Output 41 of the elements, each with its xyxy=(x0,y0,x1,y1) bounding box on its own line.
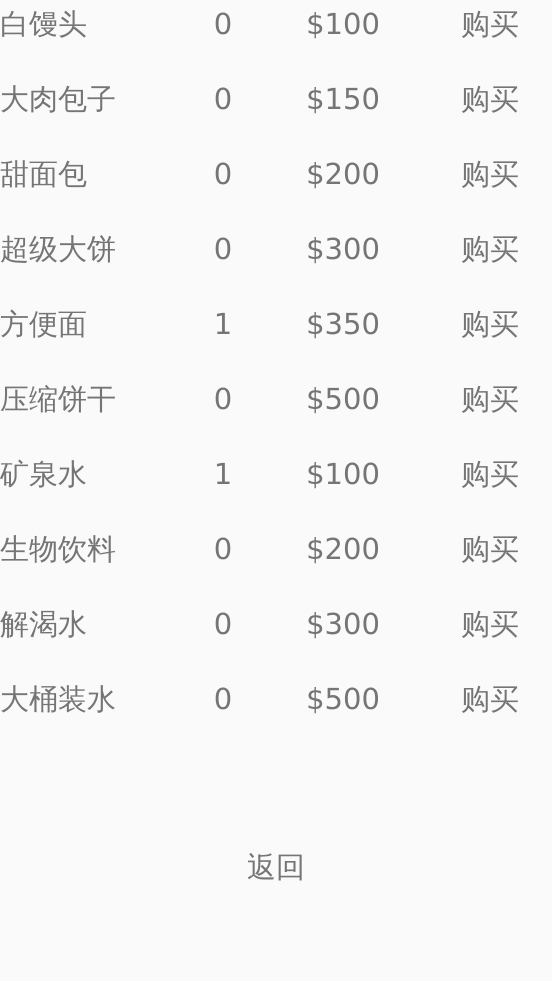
item-name: 生物饮料 xyxy=(0,532,116,566)
back-button[interactable]: 返回 xyxy=(239,846,313,888)
item-name: 方便面 xyxy=(0,306,87,340)
item-count: 0 xyxy=(214,6,232,40)
item-count: 0 xyxy=(214,382,232,416)
item-count: 0 xyxy=(214,232,232,266)
item-price: $300 xyxy=(306,232,380,266)
item-name: 大桶装水 xyxy=(0,682,116,716)
item-price: $200 xyxy=(306,156,380,190)
buy-button[interactable]: 购买 xyxy=(461,532,519,566)
buy-button[interactable]: 购买 xyxy=(461,382,519,416)
buy-button[interactable]: 购买 xyxy=(461,306,519,340)
item-price: $500 xyxy=(306,682,380,716)
buy-button[interactable]: 购买 xyxy=(461,6,519,40)
item-price: $100 xyxy=(306,6,380,40)
item-price: $300 xyxy=(306,606,380,640)
buy-button[interactable]: 购买 xyxy=(461,682,519,716)
item-count: 1 xyxy=(214,456,232,490)
item-name: 大肉包子 xyxy=(0,82,116,116)
item-count: 0 xyxy=(214,156,232,190)
item-price: $200 xyxy=(306,532,380,566)
item-price: $100 xyxy=(306,456,380,490)
buy-button[interactable]: 购买 xyxy=(461,606,519,640)
item-name: 甜面包 xyxy=(0,156,87,190)
item-name: 矿泉水 xyxy=(0,456,87,490)
item-name: 压缩饼干 xyxy=(0,382,116,416)
item-count: 0 xyxy=(214,606,232,640)
item-name: 超级大饼 xyxy=(0,232,116,266)
item-count: 0 xyxy=(214,682,232,716)
item-count: 0 xyxy=(214,532,232,566)
buy-button[interactable]: 购买 xyxy=(461,156,519,190)
item-count: 0 xyxy=(214,82,232,116)
buy-button[interactable]: 购买 xyxy=(461,232,519,266)
item-price: $350 xyxy=(306,306,380,340)
item-name: 白馒头 xyxy=(0,6,87,40)
buy-button[interactable]: 购买 xyxy=(461,82,519,116)
item-name: 解渴水 xyxy=(0,606,87,640)
item-price: $150 xyxy=(306,82,380,116)
item-price: $500 xyxy=(306,382,380,416)
item-count: 1 xyxy=(214,306,232,340)
buy-button[interactable]: 购买 xyxy=(461,456,519,490)
